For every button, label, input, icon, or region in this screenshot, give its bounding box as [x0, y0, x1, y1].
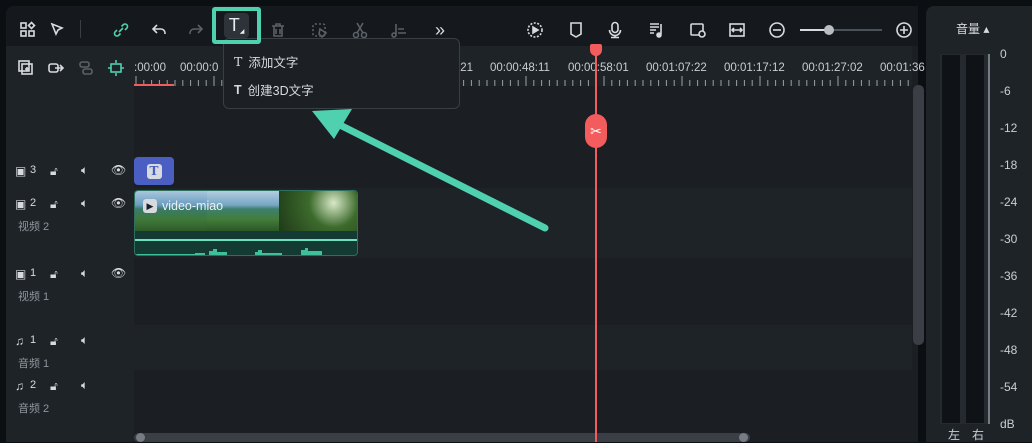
annotation-arrow: [312, 109, 549, 232]
